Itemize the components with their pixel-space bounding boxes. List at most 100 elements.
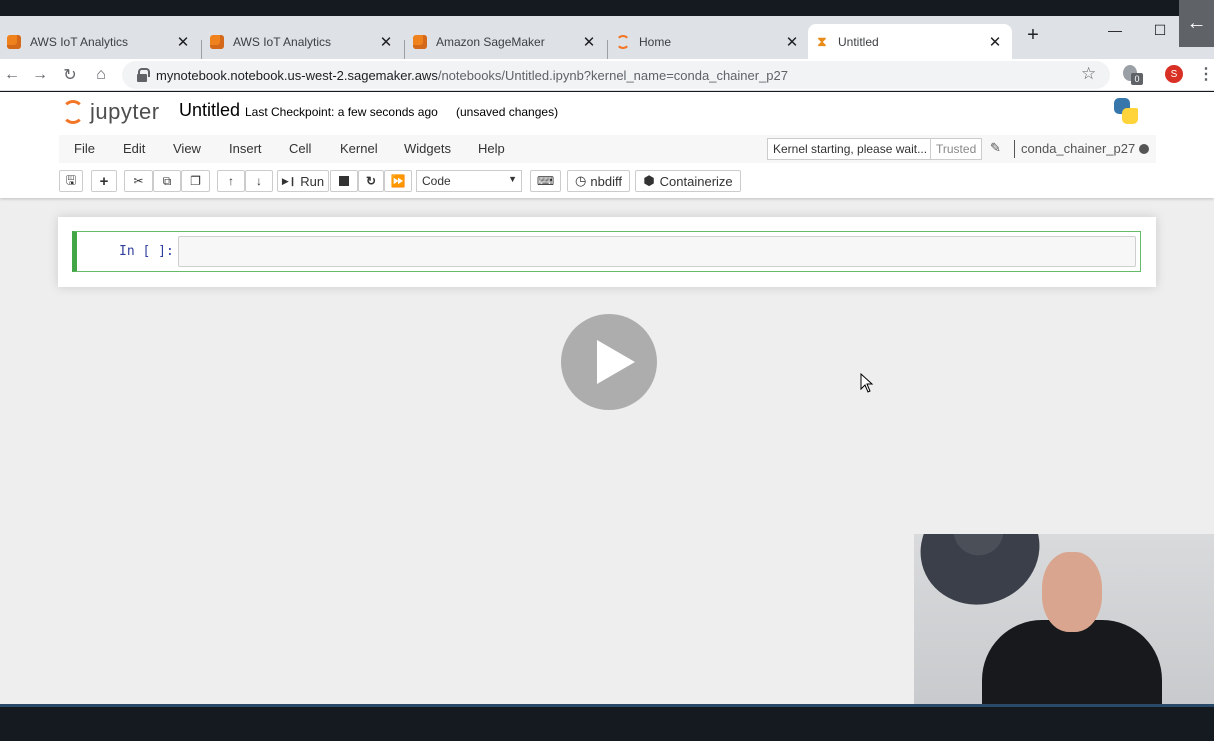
profile-avatar[interactable]: S	[1165, 65, 1183, 83]
menu-help[interactable]: Help	[478, 141, 505, 156]
video-bottom-bar	[0, 704, 1214, 741]
aws-cube-icon	[209, 34, 225, 50]
cell-prompt: In [ ]:	[119, 244, 174, 259]
kernel-busy-dot	[1139, 144, 1149, 154]
extension-icon[interactable]: 0	[1123, 65, 1143, 85]
close-tab-icon[interactable]: ✕	[377, 33, 395, 51]
address-bar: ← → ↻ ⌂ mynotebook.notebook.us-west-2.sa…	[0, 59, 1214, 91]
close-tab-icon[interactable]: ✕	[986, 33, 1004, 51]
menu-bar: File Edit View Insert Cell Kernel Widget…	[59, 135, 1156, 163]
cell-type-select[interactable]: Code ▼	[416, 170, 522, 192]
restart-run-all-button[interactable]: ⏩	[384, 170, 412, 192]
tab-aws-iot-analytics-2[interactable]: AWS IoT Analytics ✕	[203, 24, 403, 59]
cube-icon: ⬢	[643, 173, 655, 188]
lock-icon	[136, 68, 150, 82]
cell-input-area[interactable]	[178, 236, 1136, 267]
menu-edit[interactable]: Edit	[123, 141, 145, 156]
clock-icon: ◷	[575, 173, 587, 188]
url-field[interactable]: mynotebook.notebook.us-west-2.sagemaker.…	[122, 61, 1110, 89]
menu-view[interactable]: View	[173, 141, 201, 156]
containerize-label: Containerize	[659, 173, 733, 189]
move-down-button[interactable]: ↓	[245, 170, 273, 192]
kernel-name: conda_chainer_p27	[1021, 141, 1136, 156]
extension-badge: 0	[1131, 73, 1143, 85]
cell-type-value: Code	[422, 174, 451, 188]
run-button[interactable]: ▶❙ Run	[277, 170, 329, 192]
tab-separator	[607, 40, 608, 60]
paste-button[interactable]: ❐	[181, 170, 210, 192]
close-tab-icon[interactable]: ✕	[580, 33, 598, 51]
notebook-page: jupyter Untitled Last Checkpoint: a few …	[0, 92, 1214, 704]
nbdiff-button[interactable]: ◷ nbdiff	[567, 170, 630, 192]
chevron-down-icon: ▼	[508, 174, 517, 184]
menu-kernel[interactable]: Kernel	[340, 141, 378, 156]
jupyter-logo-icon	[62, 99, 84, 125]
python-logo-icon	[1112, 97, 1140, 125]
jupyter-icon	[615, 34, 631, 50]
menu-cell[interactable]: Cell	[289, 141, 311, 156]
move-up-button[interactable]: ↑	[217, 170, 245, 192]
hourglass-icon: ⧗	[817, 33, 827, 49]
command-palette-button[interactable]: ⌨	[530, 170, 561, 192]
notebook-toolbar: 🖫 + ✂ ⧉ ❐ ↑ ↓ ▶❙ Run ↻ ⏩ Code ▼ ⌨ ◷ nbdiff…	[59, 168, 1156, 194]
code-cell[interactable]: In [ ]:	[72, 231, 1141, 272]
nbdiff-label: nbdiff	[590, 173, 622, 189]
unsaved-indicator: (unsaved changes)	[456, 105, 559, 119]
url-host: mynotebook.notebook.us-west-2.sagemaker.…	[156, 67, 438, 83]
kernel-status-indicator: Kernel starting, please wait...	[767, 138, 934, 160]
home-icon[interactable]: ⌂	[89, 63, 113, 87]
menu-file[interactable]: File	[74, 141, 95, 156]
save-icon: 🖫	[65, 172, 77, 187]
paste-icon: ❐	[190, 174, 201, 188]
step-forward-icon: ▶❙	[281, 175, 297, 186]
tab-title: AWS IoT Analytics	[30, 34, 129, 49]
save-button[interactable]: 🖫	[59, 170, 83, 192]
edit-pencil-icon[interactable]: ✎	[990, 140, 1001, 156]
tab-aws-iot-analytics-1[interactable]: AWS IoT Analytics ✕	[0, 24, 200, 59]
tab-title: Untitled	[838, 34, 879, 49]
interrupt-button[interactable]	[330, 170, 358, 192]
tab-title: AWS IoT Analytics	[233, 34, 332, 49]
minimize-button[interactable]: —	[1105, 20, 1125, 40]
mouse-cursor-icon	[860, 372, 874, 398]
insert-cell-button[interactable]: +	[91, 170, 117, 192]
notebook-title[interactable]: Untitled	[179, 100, 240, 121]
screen-top-bar	[0, 0, 1214, 16]
containerize-button[interactable]: ⬢ Containerize	[635, 170, 741, 192]
aws-cube-icon	[412, 34, 428, 50]
back-arrow-icon[interactable]: ←	[0, 63, 24, 87]
tab-home[interactable]: Home ✕	[609, 24, 809, 59]
video-play-button[interactable]	[561, 314, 657, 410]
fast-forward-icon: ⏩	[390, 174, 406, 188]
close-tab-icon[interactable]: ✕	[783, 33, 801, 51]
bookmark-star-icon[interactable]: ☆	[1081, 64, 1096, 84]
overlay-back-arrow-icon[interactable]: ←	[1179, 0, 1214, 47]
tab-strip: AWS IoT Analytics ✕ AWS IoT Analytics ✕ …	[0, 16, 1214, 60]
jupyter-header: jupyter Untitled Last Checkpoint: a few …	[0, 92, 1214, 198]
notebook-container: In [ ]:	[58, 217, 1156, 287]
arrow-up-icon: ↑	[228, 174, 234, 188]
copy-button[interactable]: ⧉	[153, 170, 181, 192]
close-tab-icon[interactable]: ✕	[174, 33, 192, 51]
new-tab-button[interactable]: +	[1022, 24, 1044, 46]
jupyter-logo[interactable]: jupyter	[62, 97, 172, 127]
url-path: /notebooks/Untitled.ipynb?kernel_name=co…	[437, 67, 788, 83]
trusted-indicator[interactable]: Trusted	[930, 138, 983, 160]
menu-insert[interactable]: Insert	[229, 141, 262, 156]
cut-button[interactable]: ✂	[124, 170, 153, 192]
microphone-image	[914, 534, 1056, 622]
restart-button[interactable]: ↻	[358, 170, 384, 192]
tab-amazon-sagemaker[interactable]: Amazon SageMaker ✕	[406, 24, 606, 59]
maximize-button[interactable]: ☐	[1150, 20, 1170, 40]
checkpoint-status: Last Checkpoint: a few seconds ago	[245, 105, 438, 119]
tab-separator	[201, 40, 202, 60]
menu-widgets[interactable]: Widgets	[404, 141, 451, 156]
browser-menu-icon[interactable]: ⋮	[1198, 64, 1214, 84]
presenter-head	[1042, 552, 1102, 632]
tab-untitled[interactable]: ⧗ Untitled ✕	[808, 24, 1012, 59]
restart-icon: ↻	[365, 174, 377, 188]
forward-arrow-icon[interactable]: →	[28, 63, 52, 87]
stop-icon	[339, 176, 349, 186]
reload-icon[interactable]: ↻	[58, 63, 82, 87]
arrow-down-icon: ↓	[256, 174, 262, 188]
